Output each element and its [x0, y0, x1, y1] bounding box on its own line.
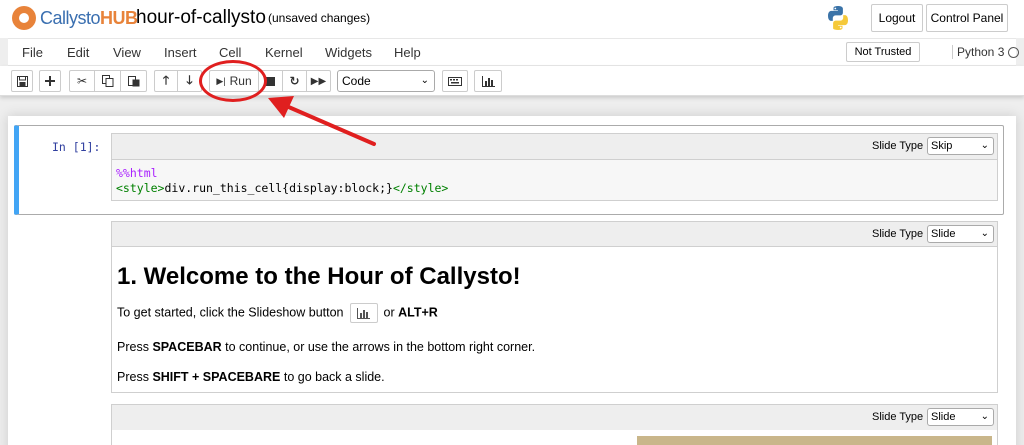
control-panel-button[interactable]: Control Panel — [926, 4, 1008, 32]
python-logo-icon — [828, 6, 848, 30]
restart-kernel-button[interactable]: ↻ — [283, 70, 307, 92]
annotation-arrow-icon — [268, 96, 376, 146]
menu-kernel[interactable]: Kernel — [265, 45, 303, 60]
slide-type-value: Skip — [931, 140, 953, 152]
markdown-paragraph: To get started, click the Slideshow butt… — [117, 303, 438, 323]
kernel-name: Python 3 — [952, 45, 1004, 59]
cell-toolbar — [111, 221, 998, 247]
chevron-down-icon: ⌄ — [420, 75, 429, 86]
bar-chart-icon — [481, 75, 495, 87]
notebook-toolbar: ✂ 🡑 🡓 ▶| Run ↻ ▶▶ Code ⌄ — [0, 66, 1024, 96]
scissors-icon: ✂ — [76, 74, 88, 88]
cell-toolbar — [111, 404, 998, 430]
save-button[interactable] — [11, 70, 33, 92]
menu-view[interactable]: View — [113, 45, 141, 60]
cell-type-value: Code — [342, 74, 371, 88]
callysto-logo-icon — [12, 6, 36, 30]
menu-edit[interactable]: Edit — [67, 45, 89, 60]
copy-cell-button[interactable] — [95, 70, 121, 92]
plus-icon — [45, 76, 55, 86]
annotation-circle — [199, 60, 267, 102]
markdown-paragraph: Press SHIFT + SPACEBARE to go back a sli… — [117, 370, 385, 384]
markdown-paragraph: Press SPACEBAR to continue, or use the a… — [117, 340, 536, 354]
markdown-heading: 1. Welcome to the Hour of Callysto! — [117, 263, 521, 290]
callysto-hub-logo[interactable]: CallystoHUB — [12, 4, 138, 32]
command-palette-button[interactable] — [442, 70, 468, 92]
code-close-tag: </style> — [392, 181, 449, 195]
notebook-title[interactable]: hour-of-callysto — [136, 7, 266, 29]
code-editor[interactable]: %%html <style>div.run_this_cell{display:… — [111, 159, 998, 201]
keyboard-icon — [448, 76, 462, 86]
cell-image — [637, 436, 992, 445]
slide-type-select[interactable]: Slide ⌄ — [927, 225, 994, 243]
slide-type-select[interactable]: Skip ⌄ — [927, 137, 994, 155]
fast-forward-icon: ▶▶ — [310, 75, 327, 87]
stop-icon — [266, 76, 275, 86]
chevron-down-icon: ⌄ — [980, 140, 989, 151]
menu-file[interactable]: File — [22, 45, 43, 60]
slide-type-select[interactable]: Slide ⌄ — [927, 408, 994, 426]
menu-insert[interactable]: Insert — [164, 45, 197, 60]
insert-cell-button[interactable] — [39, 70, 61, 92]
chevron-down-icon: ⌄ — [980, 411, 989, 422]
move-cell-up-button[interactable]: 🡑 — [154, 70, 178, 92]
save-icon — [16, 75, 28, 87]
paste-cell-button[interactable] — [121, 70, 147, 92]
arrow-down-icon: 🡓 — [186, 72, 193, 87]
code-body: div.run_this_cell{display:block;} — [164, 181, 393, 195]
cell-type-select[interactable]: Code ⌄ — [337, 70, 435, 92]
logo-prefix: Callysto — [40, 7, 101, 28]
slide-type-label: Slide Type — [872, 411, 924, 423]
kernel-idle-icon — [1008, 47, 1019, 58]
cell-toolbar — [111, 133, 998, 159]
refresh-icon: ↻ — [289, 74, 300, 88]
logo-suffix: HUB — [100, 7, 138, 28]
save-status: (unsaved changes) — [268, 11, 371, 25]
paste-icon — [127, 76, 139, 87]
menu-widgets[interactable]: Widgets — [325, 45, 372, 60]
arrow-up-icon: 🡑 — [162, 72, 170, 87]
input-prompt: In [1]: — [52, 140, 101, 154]
slide-type-value: Slide — [931, 228, 956, 240]
notebook-header: CallystoHUB hour-of-callysto (unsaved ch… — [0, 0, 1024, 38]
code-open-tag: <style> — [116, 181, 165, 195]
cut-cell-button[interactable]: ✂ — [69, 70, 95, 92]
slide-type-label: Slide Type — [872, 140, 924, 152]
logout-button[interactable]: Logout — [871, 4, 923, 32]
slide-type-label: Slide Type — [872, 228, 924, 240]
slideshow-inline-icon — [349, 303, 378, 323]
not-trusted-button[interactable]: Not Trusted — [846, 42, 920, 62]
copy-icon — [101, 75, 113, 87]
menu-cell[interactable]: Cell — [219, 45, 241, 60]
slideshow-button[interactable] — [474, 70, 502, 92]
menu-help[interactable]: Help — [394, 45, 421, 60]
code-magic: %%html — [116, 166, 158, 180]
chevron-down-icon: ⌄ — [980, 228, 989, 239]
menubar: File Edit View Insert Cell Kernel Widget… — [8, 38, 1019, 66]
restart-run-all-button[interactable]: ▶▶ — [307, 70, 331, 92]
slide-type-value: Slide — [931, 411, 956, 423]
